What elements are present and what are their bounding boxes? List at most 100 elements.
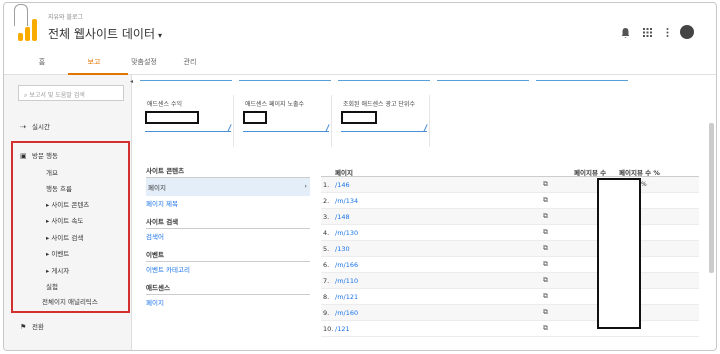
row-number: 10. [323,325,334,333]
redacted-value [341,111,377,124]
page-link[interactable]: /m/160 [335,309,358,317]
view-title: 전체 웹사이트 데이터 [48,27,155,41]
page-link[interactable]: /m/166 [335,261,358,269]
card-sparkline [338,75,430,81]
tab-customization[interactable]: 맞춤설정 [122,57,166,67]
table-row[interactable]: 4. /m/130 ⧉ [321,225,699,241]
realtime-icon: ⇢ [20,123,26,131]
row-number: 2. [323,197,330,205]
metric-card-adsense-impressions[interactable]: 애드센스 페이지 노출수 [240,95,332,147]
open-page-icon[interactable]: ⧉ [543,276,548,285]
page-link[interactable]: /m/130 [335,229,358,237]
column-header-pageviews-pct[interactable]: 페이지뷰 수 % [619,167,660,177]
metric-label: 애드센스 페이지 노출수 [245,101,305,108]
view-selector[interactable]: 전체 웹사이트 데이터 ▾ [48,25,162,42]
open-page-icon[interactable]: ⧉ [543,308,548,317]
metric-label: 애드센스 수익 [147,101,183,108]
table-row[interactable]: 10./121 ⧉ [321,321,699,337]
tab-home[interactable]: 홈 [32,57,52,67]
page-link[interactable]: /m/134 [335,197,358,205]
page-link[interactable]: /m/110 [335,277,358,285]
column-header-page[interactable]: 페이지 [335,167,353,177]
section-heading: 사이트 검색 [146,216,310,229]
collapse-sidebar-icon[interactable]: ◂ [130,78,133,85]
sparkline [341,131,427,132]
bell-icon[interactable] [621,28,630,41]
open-page-icon[interactable]: ⧉ [543,180,548,189]
page-link[interactable]: /146 [335,181,350,189]
top-tabs: 홈 보고 맞춤설정 관리 [4,51,716,75]
redacted-value [145,111,199,124]
redacted-values [597,178,641,329]
tab-admin[interactable]: 관리 [178,57,202,67]
open-page-icon[interactable]: ⧉ [543,292,548,301]
row-number: 1. [323,181,330,189]
card-sparkline [536,75,628,81]
open-page-icon[interactable]: ⧉ [543,228,548,237]
row-number: 6. [323,261,330,269]
sparkline [145,131,231,132]
metric-card-adsense-revenue[interactable]: 애드센스 수익 [142,95,234,147]
card-sparkline [239,75,331,81]
dimension-item[interactable]: 검색어 [146,231,310,241]
dropdown-caret-icon: ▾ [158,31,163,40]
sidebar-item-realtime[interactable]: ⇢ 실시간 [20,121,50,131]
dimension-item[interactable]: 이벤트 카테고리 [146,264,310,274]
open-page-icon[interactable]: ⧉ [543,324,548,333]
metric-label: 조회된 애드센스 광고 단위수 [343,101,415,108]
row-number: 4. [323,229,330,237]
row-number: 7. [323,277,330,285]
table-row[interactable]: 8. /m/121 ⧉ [321,289,699,305]
sparkline [243,131,329,132]
page-link[interactable]: /121 [335,325,350,333]
row-number: 9. [323,309,330,317]
page-link[interactable]: /m/121 [335,293,358,301]
table-header: 페이지 페이지뷰 수 페이지뷰 수 % [321,165,699,177]
app-header: 지유와 블로그 전체 웹사이트 데이터 ▾ [4,3,716,51]
dimension-item[interactable]: 페이지 제목 [146,198,310,208]
open-page-icon[interactable]: ⧉ [543,244,548,253]
table-row[interactable]: 3. /148 ⧉ [321,209,699,225]
chevron-right-icon: › [304,182,307,190]
section-heading: 애드센스 [146,282,310,295]
percent-fragment: % [641,181,647,188]
sidebar-item-label: 실시간 [32,123,50,131]
column-header-pageviews[interactable]: 페이지뷰 수 [574,167,606,177]
card-sparkline [437,75,529,81]
search-placeholder: 보고서 및 도움말 검색 [29,92,85,99]
avatar[interactable] [680,25,694,39]
metric-card-adsense-ad-units[interactable]: 조회된 애드센스 광고 단위수 [338,95,430,147]
apps-grid-icon[interactable] [643,28,652,40]
account-name: 지유와 블로그 [48,14,84,21]
open-page-icon[interactable]: ⧉ [543,196,548,205]
open-page-icon[interactable]: ⧉ [543,212,548,221]
more-vert-icon[interactable] [666,28,669,40]
table-row[interactable]: 9. /m/160 ⧉ [321,305,699,321]
open-page-icon[interactable]: ⧉ [543,260,548,269]
sidebar: ⌕ 보고서 및 도움말 검색 ⇢ 실시간 ▣ 방문 행동 개요 행동 흐름 ▸ 사이트… [4,75,132,350]
tab-reports[interactable]: 보고 [82,57,106,67]
redacted-value [243,111,267,124]
dimension-item-selected[interactable]: 페이지 › [146,178,310,196]
search-input[interactable]: ⌕ 보고서 및 도움말 검색 [18,85,124,101]
section-heading: 사이트 콘텐츠 [146,165,310,178]
analytics-logo-icon[interactable] [18,15,38,41]
page-link[interactable]: /148 [335,213,350,221]
sidebar-item-conversion[interactable]: ⚑ 전환 [20,321,44,331]
card-sparkline [140,75,232,81]
highlight-box [11,141,130,313]
app-frame: 지유와 블로그 전체 웹사이트 데이터 ▾ 홈 보고 맞춤설정 관리 ⌕ 보고서 및… [3,2,717,351]
table-row[interactable]: 2. /m/134 ⧉ [321,193,699,209]
table-row[interactable]: 7. /m/110 ⧉ [321,273,699,289]
row-number: 3. [323,213,330,221]
flag-icon: ⚑ [20,323,27,331]
search-icon: ⌕ [24,92,28,99]
dimension-label: 페이지 [148,184,166,192]
scrollbar[interactable] [709,123,714,273]
table-row[interactable]: 5. /130 ⧉ [321,241,699,257]
page-link[interactable]: /130 [335,245,350,253]
table-row[interactable]: 6. /m/166 ⧉ [321,257,699,273]
row-number: 8. [323,293,330,301]
dimension-item[interactable]: 페이지 [146,297,310,307]
section-heading: 이벤트 [146,249,310,262]
